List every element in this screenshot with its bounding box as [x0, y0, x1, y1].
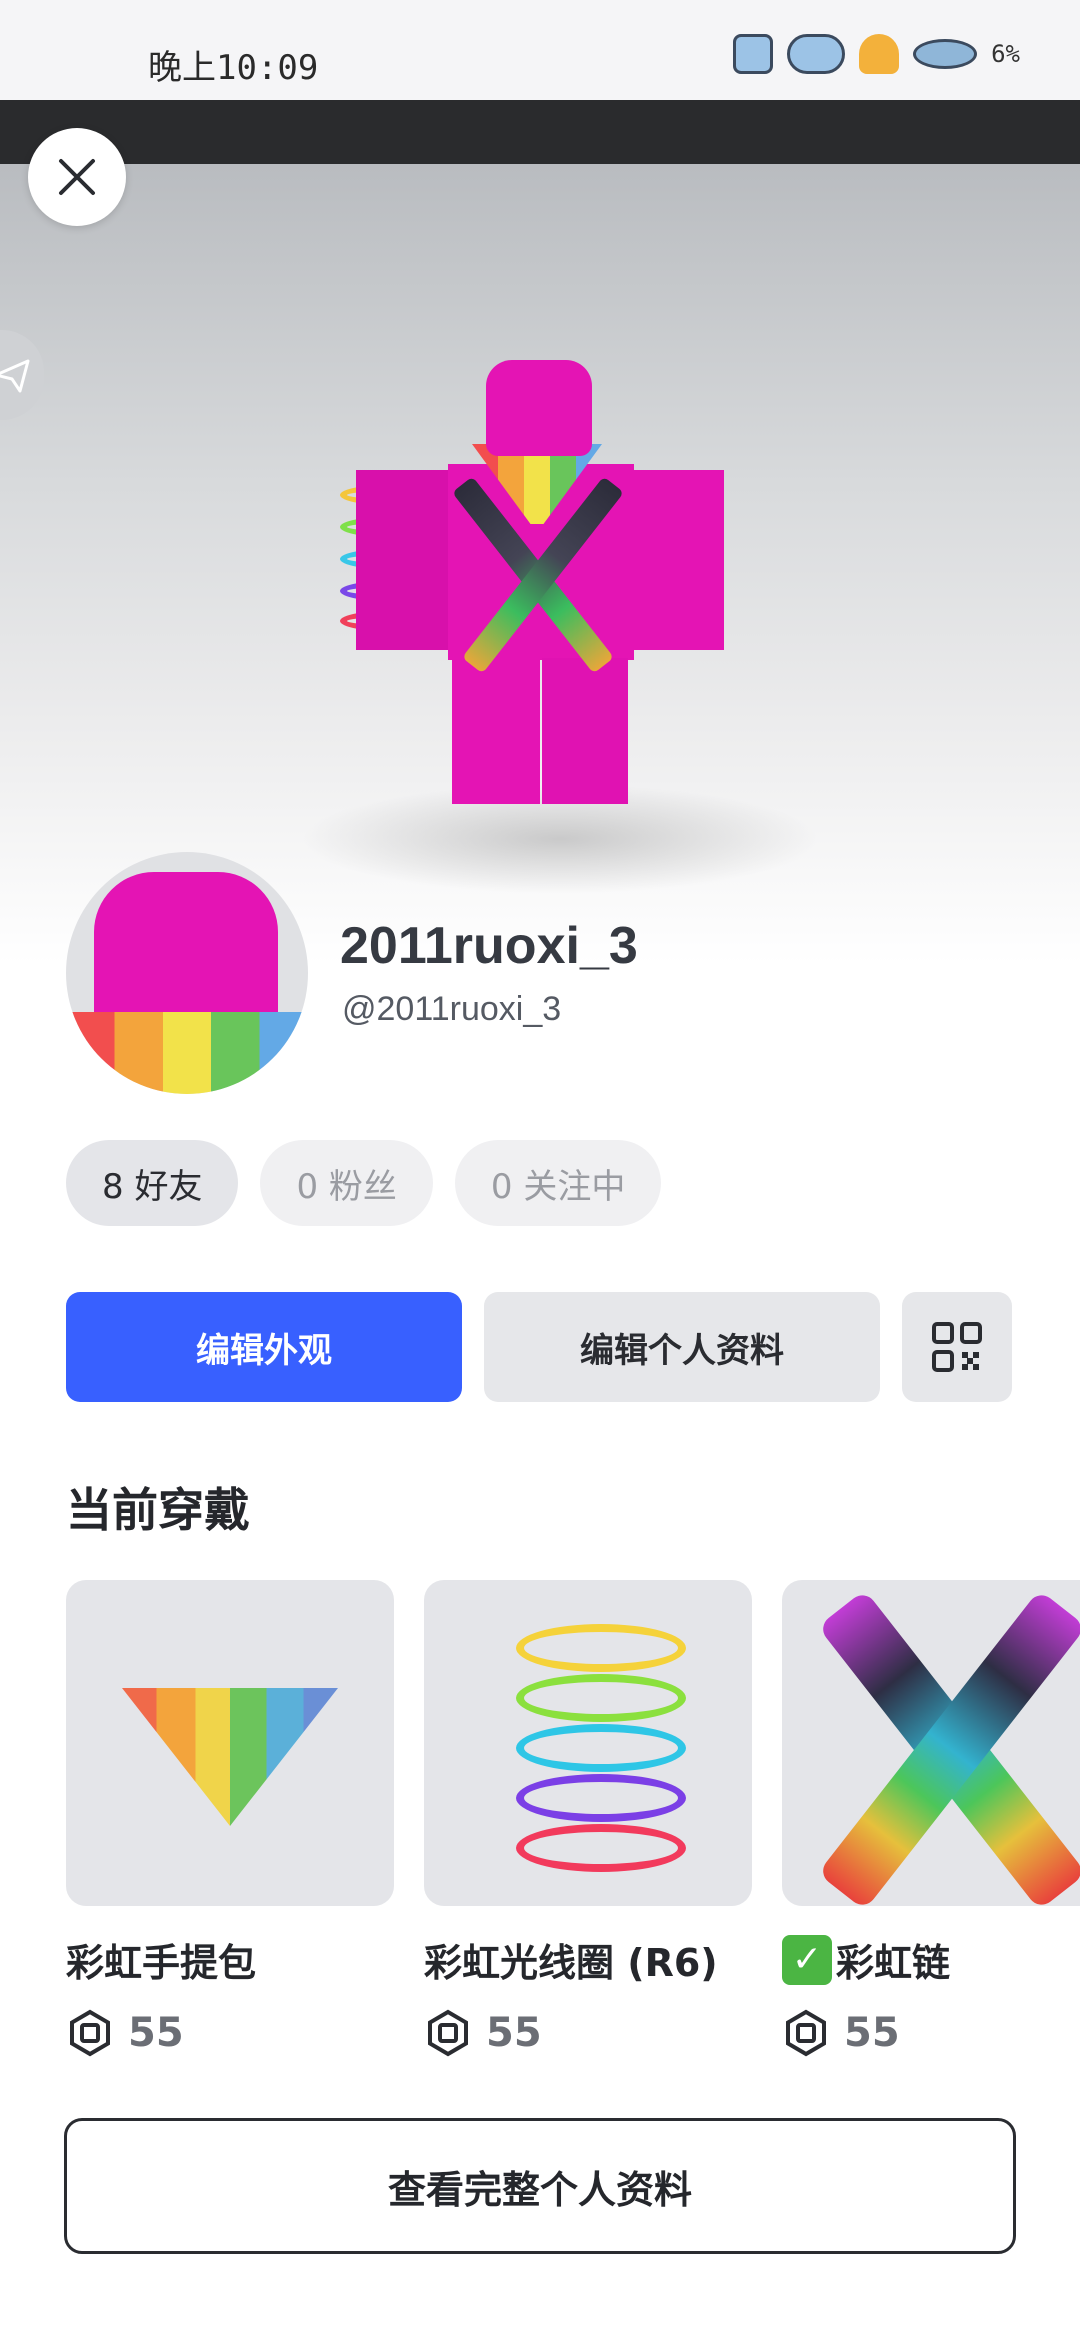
- status-bar: 晚上10:09 6%: [0, 0, 1080, 100]
- wearing-item[interactable]: 彩虹手提包 55: [66, 1580, 394, 2057]
- qr-code-icon: [932, 1322, 982, 1372]
- following-chip[interactable]: 0 关注中: [454, 1140, 662, 1226]
- edit-avatar-button[interactable]: 编辑外观: [66, 1292, 462, 1402]
- item-name: 彩虹光线圈 (R6): [424, 1941, 718, 1985]
- item-thumbnail[interactable]: [66, 1580, 394, 1906]
- rainbow-bag-image: [122, 1688, 338, 1826]
- avatar-right-leg: [542, 658, 628, 804]
- signal-icon: [787, 34, 846, 74]
- item-price: 55: [66, 2009, 394, 2057]
- item-name: 彩虹手提包: [66, 1941, 257, 1985]
- close-button[interactable]: [28, 128, 126, 226]
- item-thumbnail[interactable]: [424, 1580, 752, 1906]
- spring-coil: [516, 1674, 686, 1722]
- avatar-right-arm: [632, 470, 724, 650]
- item-price: 55: [424, 2009, 752, 2057]
- currently-wearing-title: 当前穿戴: [66, 1483, 250, 1537]
- edit-profile-button[interactable]: 编辑个人资料: [484, 1292, 880, 1402]
- followers-chip[interactable]: 0 粉丝: [260, 1140, 433, 1226]
- wearing-item[interactable]: ✓ 彩虹链 55: [782, 1580, 1080, 2057]
- battery-level: 6%: [991, 40, 1020, 68]
- wearing-item[interactable]: 彩虹光线圈 (R6) 55: [424, 1580, 752, 2057]
- check-mark-icon: ✓: [782, 1934, 832, 1985]
- avatar[interactable]: [66, 852, 308, 1094]
- username: @2011ruoxi_3: [342, 990, 562, 1028]
- status-icons: 6%: [733, 34, 1020, 74]
- send-icon: [0, 359, 30, 393]
- app-top-nav: [0, 100, 1080, 164]
- item-thumbnail[interactable]: [782, 1580, 1080, 1906]
- spring-coil: [516, 1624, 686, 1672]
- sim-icon: [733, 34, 774, 74]
- spring-coil: [516, 1824, 686, 1872]
- item-name: ✓ 彩虹链: [782, 1932, 1080, 1987]
- robux-icon: [786, 2009, 826, 2057]
- robux-icon: [70, 2009, 110, 2057]
- spring-coil: [516, 1774, 686, 1822]
- avatar-stage[interactable]: [0, 164, 1080, 964]
- avatar-scarf-thumb: [66, 1012, 308, 1094]
- stats-row: 8 好友 0 粉丝 0 关注中: [66, 1140, 662, 1226]
- display-name: 2011ruoxi_3: [340, 917, 638, 975]
- friends-chip[interactable]: 8 好友: [66, 1140, 239, 1226]
- wifi-icon: [859, 34, 900, 74]
- avatar-left-arm: [356, 470, 450, 650]
- avatar-head: [486, 360, 592, 456]
- battery-icon: [913, 39, 978, 69]
- spring-coil: [516, 1724, 686, 1772]
- item-price: 55: [782, 2009, 1080, 2057]
- wearing-carousel[interactable]: 彩虹手提包 55 彩虹光线圈 (R6) 55 ✓ 彩虹链 55: [66, 1580, 1080, 2080]
- status-time: 晚上10:09: [148, 48, 319, 88]
- view-full-profile-button[interactable]: 查看完整个人资料: [64, 2118, 1016, 2254]
- close-icon: [59, 159, 95, 195]
- avatar-left-leg: [452, 658, 540, 804]
- qr-code-button[interactable]: [902, 1292, 1012, 1402]
- robux-icon: [428, 2009, 468, 2057]
